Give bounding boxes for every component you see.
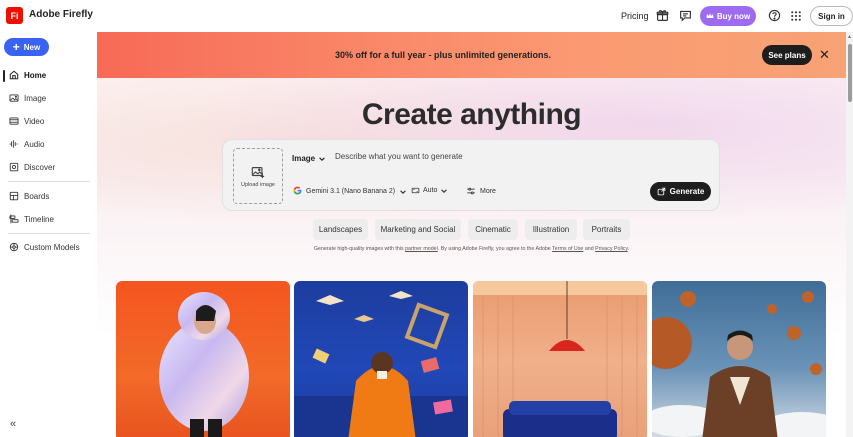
discover-icon <box>9 162 19 172</box>
collapse-icon[interactable]: « <box>10 418 16 430</box>
chevron-down-icon <box>400 189 406 194</box>
promo-text: 30% off for a full year - plus unlimited… <box>335 50 552 60</box>
sidebar-item-audio[interactable]: Audio <box>9 137 44 151</box>
audio-icon <box>9 140 18 148</box>
sidebar-item-label: Home <box>24 70 47 80</box>
top-bar: Fi Adobe Firefly Pricing Buy now Sign in <box>0 0 853 32</box>
model-dropdown[interactable]: Gemini 3.1 (Nano Banana 2) <box>293 186 407 197</box>
close-icon[interactable]: ✕ <box>819 47 830 63</box>
prompt-input[interactable] <box>335 152 635 161</box>
chevron-down-icon <box>319 156 325 161</box>
disclaimer-part: and <box>583 246 596 252</box>
see-plans-button[interactable]: See plans <box>762 45 812 65</box>
promo-banner: 30% off for a full year - plus unlimited… <box>97 32 846 78</box>
app-title[interactable]: Adobe Firefly <box>29 9 93 20</box>
chip-cinematic[interactable]: Cinematic <box>468 219 518 240</box>
prompt-panel: Upload image Image Gemini 3.1 (Nano Bana… <box>222 139 720 211</box>
sidebar-item-video[interactable]: Video <box>9 114 44 128</box>
gallery-card[interactable] <box>294 281 468 437</box>
sidebar-item-label: Custom Models <box>24 242 80 252</box>
timeline-icon <box>9 214 19 224</box>
sidebar-item-label: Timeline <box>24 214 54 224</box>
gift-icon[interactable] <box>656 9 670 23</box>
mode-dropdown[interactable]: Image <box>292 154 326 163</box>
gallery-card[interactable] <box>652 281 826 437</box>
sidebar-item-label: Video <box>24 116 45 126</box>
sidebar: + New Home Image Video Audio Discover Bo… <box>0 32 97 437</box>
privacy-policy-link[interactable]: Privacy Policy <box>595 246 628 252</box>
sidebar-item-image[interactable]: Image <box>9 91 46 105</box>
scroll-up-icon[interactable]: ▲ <box>847 34 852 40</box>
gallery-image <box>294 291 468 437</box>
sliders-icon <box>467 187 475 195</box>
sidebar-item-label: Discover <box>24 162 56 172</box>
gallery-image <box>473 281 647 437</box>
adobe-firefly-logo[interactable]: Fi <box>6 7 23 24</box>
video-icon <box>9 117 19 125</box>
upload-image-label: Upload image <box>241 181 275 188</box>
chip-marketing-and-social[interactable]: Marketing and Social <box>375 219 461 240</box>
scrollbar-thumb[interactable] <box>848 44 852 102</box>
gallery-image <box>159 292 249 437</box>
aspect-label: Auto <box>423 187 438 194</box>
sidebar-item-boards[interactable]: Boards <box>9 189 49 203</box>
more-settings-button[interactable]: More <box>466 186 496 196</box>
disclaimer-part: Generate high-quality images with this <box>313 246 406 252</box>
new-button[interactable]: + New <box>4 38 49 56</box>
active-indicator <box>3 70 5 82</box>
sign-in-button[interactable]: Sign in <box>810 6 853 26</box>
chat-icon[interactable] <box>679 9 693 23</box>
hero-title: Create anything <box>361 98 582 131</box>
chevron-down-icon <box>441 188 448 193</box>
generate-button[interactable]: Generate <box>650 182 711 201</box>
chip-landscapes[interactable]: Landscapes <box>313 219 368 240</box>
boards-icon <box>9 191 19 201</box>
chip-portraits[interactable]: Portraits <box>583 219 630 240</box>
home-icon <box>9 70 19 80</box>
sidebar-item-custom-models[interactable]: Custom Models <box>9 240 80 254</box>
aspect-ratio-icon <box>411 187 420 194</box>
new-label: New <box>23 42 41 52</box>
more-label: More <box>480 187 496 195</box>
google-gemini-icon <box>293 186 302 197</box>
chip-illustration[interactable]: Illustration <box>525 219 577 240</box>
disclaimer-part: . By using Adobe Firefly, you agree to t… <box>437 246 553 252</box>
aspect-ratio-dropdown[interactable]: Auto <box>411 186 448 195</box>
image-icon <box>9 94 19 102</box>
terms-of-use-link[interactable]: Terms of Use <box>552 246 583 252</box>
gallery-card[interactable] <box>116 281 290 437</box>
disclaimer-text: Generate high-quality images with this p… <box>97 246 846 252</box>
sidebar-divider <box>8 233 90 234</box>
gallery-image <box>652 291 826 437</box>
buy-now-label: Buy now <box>716 11 751 21</box>
generate-label: Generate <box>669 187 705 196</box>
pricing-link[interactable]: Pricing <box>621 11 649 21</box>
apps-grid-icon[interactable] <box>790 9 804 23</box>
sidebar-item-label: Audio <box>24 139 45 149</box>
plus-icon: + <box>12 40 20 54</box>
upload-image-icon <box>251 166 265 178</box>
model-label: Gemini 3.1 (Nano Banana 2) <box>306 188 396 195</box>
sidebar-item-home[interactable]: Home <box>9 68 46 82</box>
upload-image-button[interactable]: Upload image <box>233 148 283 204</box>
sidebar-item-label: Boards <box>24 191 50 201</box>
generate-icon <box>657 187 665 196</box>
mode-label: Image <box>292 154 316 163</box>
crown-icon <box>706 13 714 18</box>
help-icon[interactable] <box>768 9 782 23</box>
buy-now-button[interactable]: Buy now <box>700 6 756 26</box>
logo-text: Fi <box>10 10 19 21</box>
sidebar-divider <box>8 181 90 182</box>
sidebar-item-timeline[interactable]: Timeline <box>9 212 54 226</box>
sidebar-item-discover[interactable]: Discover <box>9 160 55 174</box>
custom-models-icon <box>9 242 19 252</box>
sidebar-item-label: Image <box>24 93 47 103</box>
main-content: 30% off for a full year - plus unlimited… <box>97 32 846 437</box>
partner-model-link[interactable]: partner model <box>405 246 438 252</box>
disclaimer-part: . <box>627 246 630 252</box>
gallery-card[interactable] <box>473 281 647 437</box>
